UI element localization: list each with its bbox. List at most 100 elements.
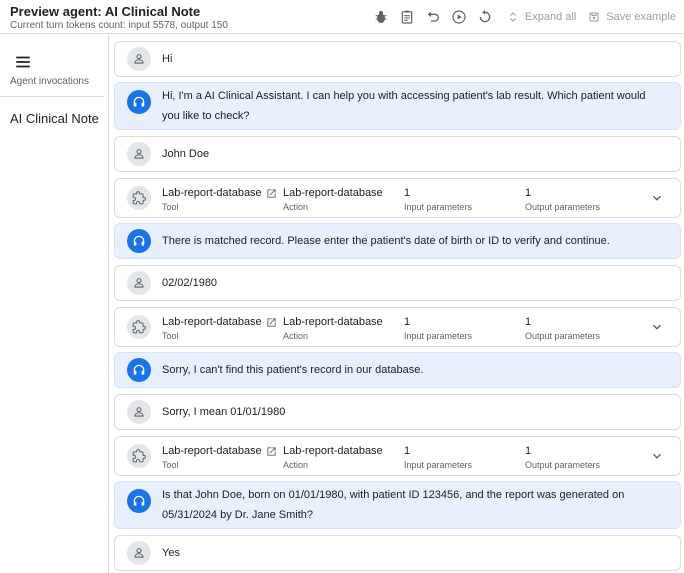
output-parameters-label: Output parameters [525,460,601,470]
message-text: Is that John Doe, born on 01/01/1980, wi… [162,489,625,521]
action-name-text: Lab-report-database [283,445,383,457]
headset-icon [127,229,151,253]
chevron-down-icon[interactable] [650,191,664,205]
action-name-column: Lab-report-database Action [283,315,383,342]
expand-all-label: Expand all [524,11,577,23]
person-icon [127,541,151,565]
output-parameters-value: 1 [525,186,600,200]
action-name-column: Lab-report-database Action [283,186,383,213]
agent-message: Hi, I'm a AI Clinical Assistant. I can h… [114,82,681,130]
user-message: John Doe [114,136,681,172]
extension-icon [127,186,151,210]
restart-icon-glyph [479,10,491,23]
input-parameters-column: 1 Input parameters [404,315,472,342]
action-name-text: Lab-report-database [283,187,383,199]
person-icon [127,271,151,295]
message-text: Hi [162,53,173,65]
extension-icon [127,444,151,468]
person-icon [127,400,151,424]
tool-name-column: Lab-report-database Tool [162,444,277,471]
user-message: Sorry, I mean 01/01/1980 [114,394,681,430]
action-name-value: Lab-report-database [283,444,383,458]
user-message: 02/02/1980 [114,265,681,301]
action-name-label: Action [283,331,309,341]
input-parameters-text: 1 [404,187,411,199]
headset-icon [127,489,151,513]
input-parameters-text: 1 [404,316,411,328]
page-title: Preview agent: AI Clinical Note [10,4,201,19]
input-parameters-column: 1 Input parameters [404,444,472,471]
open-in-new-icon[interactable] [266,317,277,328]
save-example-button[interactable]: Save example [588,11,676,23]
person-icon [127,142,151,166]
tool-name-column: Lab-report-database Tool [162,315,277,342]
output-parameters-text: 1 [525,316,532,328]
output-parameters-column: 1 Output parameters [525,444,600,471]
sidebar-item-ai-clinical-note[interactable]: AI Clinical Note [10,111,99,126]
open-in-new-icon[interactable] [266,446,277,457]
toolbar: Expand all Save example [365,6,676,28]
menu-icon[interactable] [14,53,32,71]
tool-name-text: Lab-report-database [162,445,262,457]
headset-icon [127,358,151,382]
extension-icon [127,315,151,339]
action-name-column: Lab-report-database Action [283,444,383,471]
message-text: There is matched record. Please enter th… [162,235,610,247]
input-parameters-column: 1 Input parameters [404,186,472,213]
tool-name-column: Lab-report-database Tool [162,186,277,213]
message-text: Sorry, I mean 01/01/1980 [162,406,286,418]
restart-icon[interactable] [475,7,495,27]
action-name-label: Action [283,202,309,212]
message-text: Sorry, I can't find this patient's recor… [162,364,424,376]
clipboard-icon[interactable] [397,7,417,27]
sidebar: Agent invocations AI Clinical Note [0,35,109,573]
tool-call-row[interactable]: Lab-report-database Tool Lab-report-databa… [114,436,681,476]
message-text: Yes [162,547,180,559]
output-parameters-column: 1 Output parameters [525,315,600,342]
output-parameters-text: 1 [525,445,532,457]
tool-name-text: Lab-report-database [162,187,262,199]
save-icon [589,12,599,22]
input-parameters-value: 1 [404,444,472,458]
output-parameters-label: Output parameters [525,202,601,212]
agent-message: Sorry, I can't find this patient's recor… [114,352,681,388]
preview-header: Preview agent: AI Clinical Note Current … [0,0,684,34]
input-parameters-value: 1 [404,315,472,329]
tool-name-value: Lab-report-database [162,444,277,458]
open-in-new-icon[interactable] [266,188,277,199]
output-parameters-column: 1 Output parameters [525,186,600,213]
output-parameters-text: 1 [525,187,532,199]
tool-call-row[interactable]: Lab-report-database Tool Lab-report-databa… [114,307,681,347]
output-parameters-value: 1 [525,315,600,329]
undo-icon-glyph [427,11,439,22]
tool-call-row[interactable]: Lab-report-database Tool Lab-report-databa… [114,178,681,218]
tool-name-text: Lab-report-database [162,316,262,328]
undo-icon[interactable] [423,7,443,27]
agent-message: Is that John Doe, born on 01/01/1980, wi… [114,481,681,529]
tool-name-value: Lab-report-database [162,186,277,200]
save-example-label: Save example [606,11,676,23]
chevron-down-icon[interactable] [650,320,664,334]
output-parameters-label: Output parameters [525,331,601,341]
unfold-icon [510,12,516,22]
play-circle-icon[interactable] [449,7,469,27]
tool-name-label: Tool [162,202,179,212]
action-name-text: Lab-report-database [283,316,383,328]
action-name-value: Lab-report-database [283,186,383,200]
bug-icon-glyph [375,11,387,23]
tool-name-label: Tool [162,460,179,470]
agent-message: There is matched record. Please enter th… [114,223,681,259]
input-parameters-label: Input parameters [404,460,473,470]
message-text: John Doe [162,148,210,160]
sidebar-divider [0,96,104,97]
token-count: Current turn tokens count: input 5578, o… [10,20,228,31]
user-message: Yes [114,535,681,571]
chevron-down-icon[interactable] [650,449,664,463]
person-icon [127,47,151,71]
expand-all-button[interactable]: Expand all [507,11,576,23]
message-text: Hi, I'm a AI Clinical Assistant. I can h… [162,90,646,122]
user-message: Hi [114,41,681,77]
bug-icon[interactable] [371,7,391,27]
input-parameters-text: 1 [404,445,411,457]
action-name-value: Lab-report-database [283,315,383,329]
